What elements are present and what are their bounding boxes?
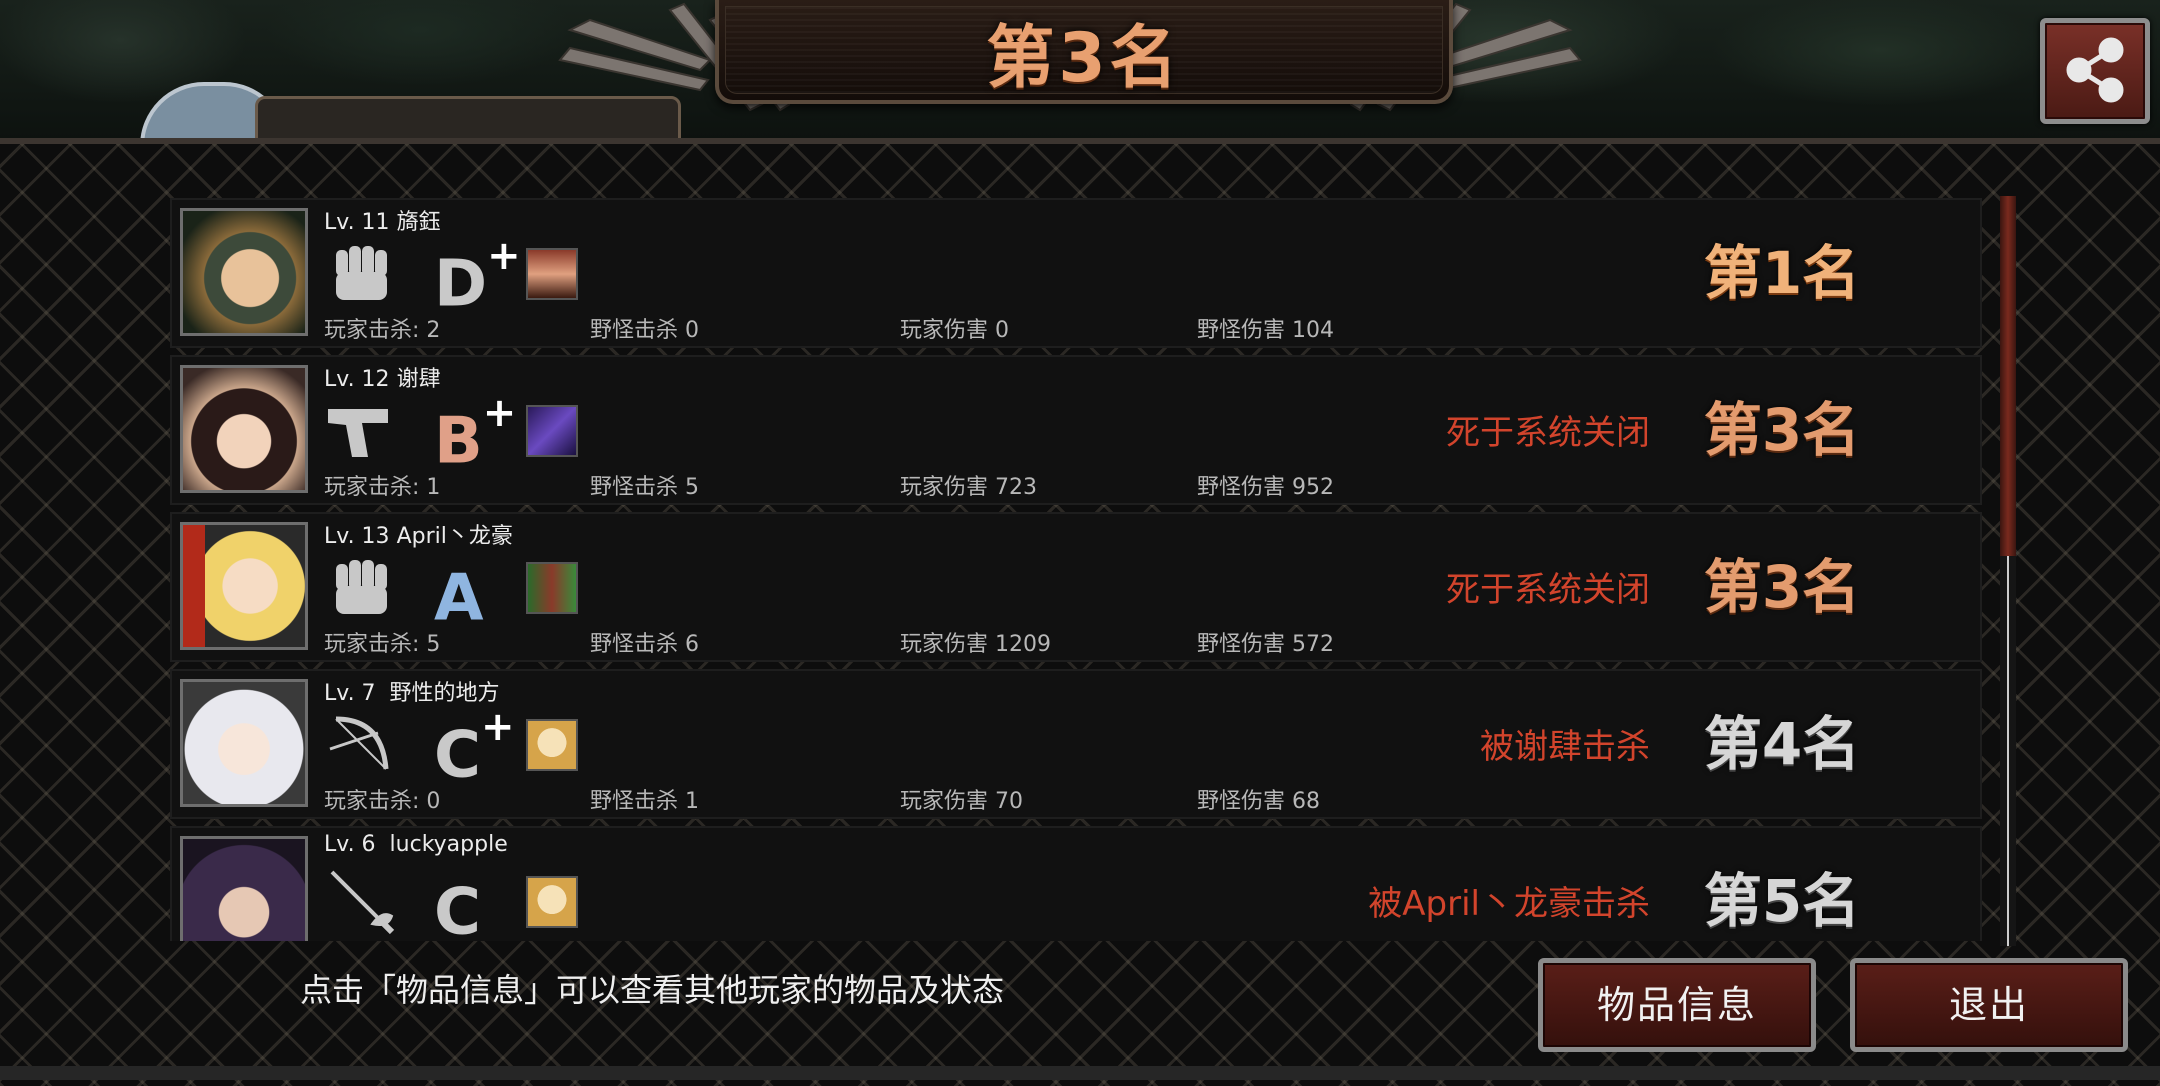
player-level: Lv. 7 — [324, 681, 376, 706]
avatar — [180, 836, 308, 941]
player-level: Lv. 13 — [324, 524, 390, 549]
skill-icon[interactable] — [526, 719, 578, 771]
grade-badge: C+ — [434, 701, 514, 795]
player-level: Lv. 11 — [324, 210, 390, 235]
fist-icon — [336, 246, 387, 300]
exit-button[interactable]: 退出 — [1850, 958, 2128, 1052]
player-kills: 玩家击杀: 5 — [324, 632, 441, 657]
death-reason: 死于系统关闭 — [1446, 413, 1650, 453]
player-damage: 玩家伤害 723 — [900, 475, 1037, 500]
avatar — [180, 365, 308, 493]
death-reason: 被谢肆击杀 — [1480, 727, 1650, 767]
player-damage: 玩家伤害 1209 — [900, 632, 1051, 657]
grade-plus: + — [482, 390, 517, 436]
grade-letter: D — [434, 247, 488, 322]
skill-icon[interactable] — [526, 248, 578, 300]
skill-icon[interactable] — [526, 562, 578, 614]
player-level-name: Lv. 6 luckyapple — [324, 832, 508, 857]
monster-kills: 野怪击杀 5 — [590, 475, 699, 500]
avatar — [180, 208, 308, 336]
grade-badge: B+ — [434, 387, 516, 481]
player-row[interactable]: Lv. 7 野性的地方 C+ 玩家击杀: 0 野怪击杀 1 玩家伤害 70 野怪… — [170, 669, 1982, 819]
fist-icon — [336, 560, 387, 614]
skill-icon[interactable] — [526, 876, 578, 928]
page-title: 第3名 — [986, 19, 1182, 98]
item-info-button[interactable]: 物品信息 — [1538, 958, 1816, 1052]
player-level-name: Lv. 12 谢肆 — [324, 361, 441, 393]
player-kills: 玩家击杀: 1 — [324, 475, 441, 500]
bottom-strip — [0, 1066, 2160, 1080]
avatar — [180, 522, 308, 650]
grade-letter: A — [434, 561, 484, 636]
share-button[interactable] — [2040, 18, 2150, 124]
player-damage: 玩家伤害 70 — [900, 789, 1023, 814]
player-level-name: Lv. 11 旖鈺 — [324, 204, 441, 236]
grade-plus: + — [487, 233, 521, 279]
player-damage: 玩家伤害 0 — [900, 318, 1009, 343]
grade-letter: B — [434, 404, 483, 479]
death-reason: 死于系统关闭 — [1446, 570, 1650, 610]
rank-label: 第1名 — [1703, 239, 1861, 307]
scrollbar-rail — [2007, 556, 2009, 946]
death-reason: 被April丶龙豪击杀 — [1368, 884, 1650, 924]
title-plate: 第3名 — [715, 0, 1453, 104]
scrollbar[interactable] — [2000, 196, 2016, 946]
monster-kills: 野怪击杀 0 — [590, 318, 699, 343]
grade-letter: C — [434, 875, 481, 941]
monster-damage: 野怪伤害 952 — [1197, 475, 1334, 500]
grade-badge: D+ — [434, 230, 521, 324]
player-level: Lv. 6 — [324, 832, 376, 857]
player-row[interactable]: Lv. 11 旖鈺 D+ 玩家击杀: 2 野怪击杀 0 玩家伤害 0 野怪伤害 … — [170, 198, 1982, 348]
grade-letter: C — [434, 718, 481, 793]
avatar — [180, 679, 308, 807]
player-row[interactable]: Lv. 6 luckyapple C 被April丶龙豪击杀 第5名 — [170, 826, 1982, 941]
monster-kills: 野怪击杀 6 — [590, 632, 699, 657]
monster-damage: 野怪伤害 572 — [1197, 632, 1334, 657]
rank-label: 第4名 — [1703, 710, 1861, 778]
share-icon — [2066, 37, 2124, 103]
scrollbar-thumb[interactable] — [2000, 196, 2016, 556]
pistol-icon — [328, 409, 388, 457]
monster-damage: 野怪伤害 104 — [1197, 318, 1334, 343]
player-level: Lv. 12 — [324, 367, 390, 392]
monster-kills: 野怪击杀 1 — [590, 789, 699, 814]
hint-text: 点击「物品信息」可以查看其他玩家的物品及状态 — [300, 971, 1005, 1009]
player-kills: 玩家击杀: 2 — [324, 318, 441, 343]
rapier-icon — [330, 870, 395, 935]
grade-badge: A — [434, 544, 484, 638]
player-name: luckyapple — [382, 832, 508, 857]
player-row[interactable]: Lv. 12 谢肆 B+ 玩家击杀: 1 野怪击杀 5 玩家伤害 723 野怪伤… — [170, 355, 1982, 505]
rank-label: 第5名 — [1703, 867, 1861, 935]
rank-label: 第3名 — [1703, 396, 1861, 464]
grade-plus: + — [480, 704, 515, 750]
player-row[interactable]: Lv. 13 April丶龙豪 A 玩家击杀: 5 野怪击杀 6 玩家伤害 12… — [170, 512, 1982, 662]
bow-icon — [329, 716, 389, 770]
skill-icon[interactable] — [526, 405, 578, 457]
player-level-name: Lv. 13 April丶龙豪 — [324, 518, 513, 550]
grade-badge: C — [434, 858, 481, 941]
rank-label: 第3名 — [1703, 553, 1861, 621]
monster-damage: 野怪伤害 68 — [1197, 789, 1320, 814]
player-list[interactable]: Lv. 11 旖鈺 D+ 玩家击杀: 2 野怪击杀 0 玩家伤害 0 野怪伤害 … — [170, 196, 1985, 941]
player-kills: 玩家击杀: 0 — [324, 789, 441, 814]
